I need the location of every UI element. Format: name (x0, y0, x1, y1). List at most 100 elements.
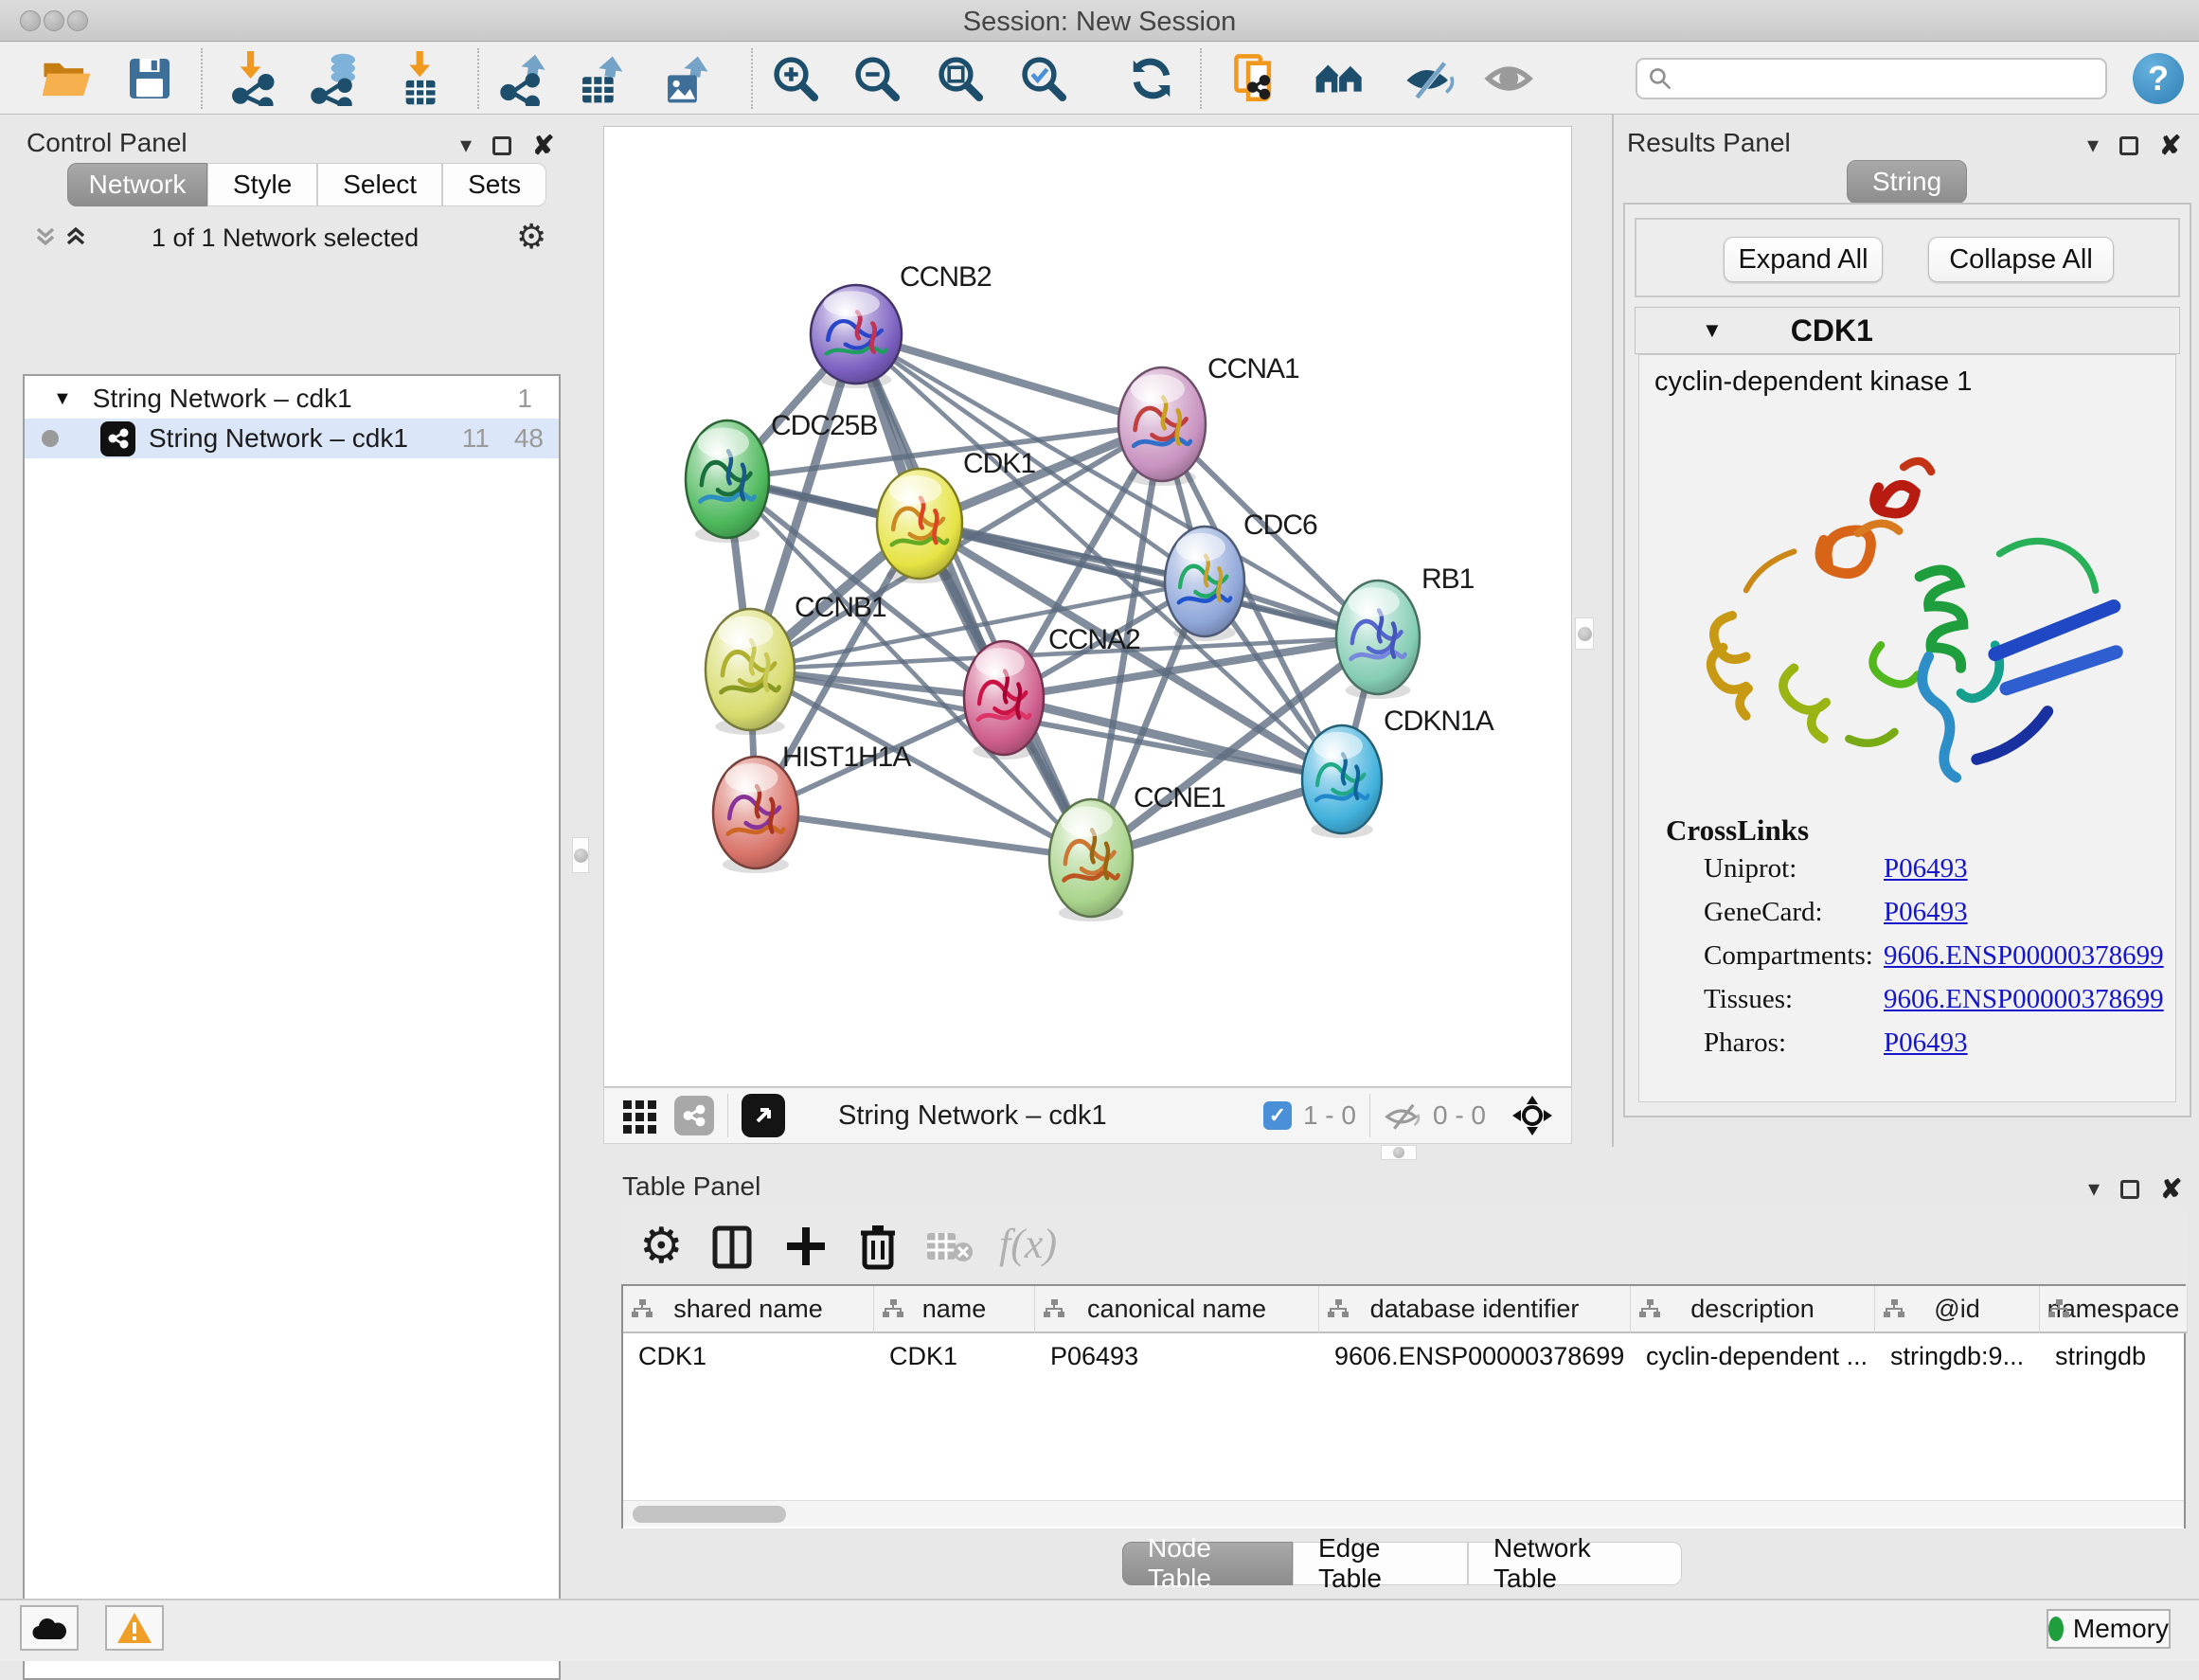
network-collection-row[interactable]: ▼ String Network – cdk1 1 (25, 379, 559, 419)
node-label-CCNB2: CCNB2 (900, 261, 992, 293)
close-panel-icon[interactable]: ✘ (2160, 1173, 2182, 1205)
control-panel-title: Control Panel (27, 128, 188, 158)
hide-unhide-button[interactable] (1401, 50, 1457, 107)
expand-all-chevron-icon[interactable] (32, 223, 59, 250)
tab-network-table[interactable]: Network Table (1468, 1542, 1682, 1585)
tab-select[interactable]: Select (317, 163, 442, 206)
zoom-out-button[interactable] (849, 50, 905, 107)
import-table-button[interactable] (393, 50, 450, 107)
help-button[interactable]: ? (2133, 53, 2184, 104)
close-panel-icon[interactable]: ✘ (2159, 130, 2181, 161)
maximize-panel-icon[interactable] (492, 136, 511, 155)
float-panel-icon[interactable]: ▾ (460, 132, 472, 159)
memory-button[interactable]: Memory (2047, 1609, 2171, 1649)
node-table[interactable]: shared namenamecanonical namedatabase id… (621, 1284, 2186, 1528)
right-splitter-handle[interactable] (1575, 617, 1594, 650)
zoom-in-button[interactable] (767, 50, 824, 107)
gene-section-header[interactable]: ▼ CDK1 (1635, 307, 2180, 354)
crosslinks-list: Uniprot:P06493GeneCard:P06493Compartment… (1639, 853, 2175, 1071)
network-from-file-button[interactable] (1230, 50, 1287, 107)
network-row-selected[interactable]: String Network – cdk1 11 48 (25, 419, 559, 458)
crosslink-link[interactable]: P06493 (1884, 1028, 1968, 1059)
import-network-button[interactable] (227, 50, 284, 107)
pan-crosshair-icon[interactable] (1511, 1094, 1554, 1137)
collapse-all-chevron-icon[interactable] (63, 223, 89, 250)
section-collapse-arrow-icon[interactable]: ▼ (1702, 318, 1723, 343)
selected-nodes-checkbox[interactable]: ✓ (1263, 1101, 1292, 1130)
crosslink-link[interactable]: P06493 (1884, 853, 1968, 885)
network-node-RB1[interactable] (1336, 581, 1420, 699)
maximize-panel-icon[interactable] (2120, 1180, 2139, 1199)
column-header-sharedname[interactable]: shared name (623, 1286, 874, 1333)
tab-node-table[interactable]: Node Table (1122, 1542, 1293, 1585)
table-horizontal-scrollbar[interactable] (623, 1500, 2184, 1527)
cell-description[interactable]: cyclin-dependent ... (1631, 1333, 1875, 1379)
tab-network[interactable]: Network (67, 163, 207, 206)
close-panel-icon[interactable]: ✘ (532, 130, 554, 161)
network-node-CCNB1[interactable] (706, 609, 795, 735)
tab-style[interactable]: Style (207, 163, 317, 206)
cell-name[interactable]: CDK1 (874, 1333, 1035, 1379)
refresh-view-button[interactable] (1123, 50, 1180, 107)
tab-sets[interactable]: Sets (442, 163, 546, 206)
home-network-button[interactable] (1312, 50, 1368, 107)
maximize-panel-icon[interactable] (2119, 136, 2138, 155)
export-network-button[interactable] (497, 50, 554, 107)
scrollbar-thumb[interactable] (633, 1506, 786, 1523)
network-node-CDKN1A[interactable] (1302, 725, 1382, 838)
open-session-button[interactable] (38, 50, 95, 107)
network-node-HIST1H1A[interactable] (713, 757, 798, 873)
node-label-RB1: RB1 (1421, 563, 1475, 595)
column-header-namespace[interactable]: namespace (2040, 1286, 2188, 1333)
crosslink-link[interactable]: 9606.ENSP00000378699 (1884, 984, 2164, 1015)
export-image-button[interactable] (658, 50, 715, 107)
expand-all-button[interactable]: Expand All (1724, 237, 1883, 282)
network-graph[interactable]: CCNB2CCNA1CDC25BCDK1CDC6RB1CCNB1CCNA2CDK… (604, 127, 1573, 1088)
left-splitter-handle[interactable] (572, 837, 589, 873)
float-panel-icon[interactable]: ▾ (2088, 1175, 2100, 1203)
network-node-CCNE1[interactable] (1049, 799, 1133, 921)
network-share-icon[interactable] (674, 1096, 714, 1135)
cell-sharedname[interactable]: CDK1 (623, 1333, 874, 1379)
grid-view-icon[interactable] (619, 1095, 661, 1136)
float-panel-icon[interactable]: ▾ (2087, 132, 2099, 159)
crosslink-link[interactable]: P06493 (1884, 897, 1968, 928)
column-header-id[interactable]: @id (1875, 1286, 2040, 1333)
import-network-from-database-button[interactable] (308, 50, 365, 107)
hidden-eye-icon[interactable] (1384, 1097, 1421, 1135)
warnings-button[interactable] (105, 1605, 164, 1651)
cell-canonicalname[interactable]: P06493 (1035, 1333, 1319, 1379)
search-input[interactable] (1636, 58, 2107, 99)
column-header-canonicalname[interactable]: canonical name (1035, 1286, 1319, 1333)
bottom-splitter-handle[interactable] (1381, 1145, 1417, 1160)
show-columns-icon[interactable] (711, 1225, 753, 1269)
zoom-fit-button[interactable] (932, 50, 989, 107)
control-panel-tabs: Network Style Select Sets (67, 163, 546, 206)
tab-string[interactable]: String (1847, 160, 1967, 204)
table-settings-gear-icon[interactable]: ⚙ (639, 1218, 684, 1275)
crosslink-link[interactable]: 9606.ENSP00000378699 (1884, 940, 2164, 972)
zoom-selected-button[interactable] (1015, 50, 1072, 107)
tree-expand-arrow-icon[interactable]: ▼ (53, 388, 72, 410)
column-header-name[interactable]: name (874, 1286, 1035, 1333)
gene-details: cyclin-dependent kinase 1 (1638, 354, 2176, 1102)
cell-databaseidentifier[interactable]: 9606.ENSP00000378699 (1319, 1333, 1631, 1379)
cell-namespace[interactable]: stringdb (2040, 1333, 2188, 1379)
show-eye-button[interactable] (1482, 50, 1539, 107)
add-column-icon[interactable] (783, 1224, 829, 1269)
cell-id[interactable]: stringdb:9... (1875, 1333, 2040, 1379)
network-canvas[interactable]: CCNB2CCNA1CDC25BCDK1CDC6RB1CCNB1CCNA2CDK… (603, 126, 1572, 1087)
gear-icon[interactable]: ⚙ (516, 217, 546, 257)
collapse-all-button[interactable]: Collapse All (1928, 237, 2114, 282)
birds-eye-view-icon[interactable] (742, 1094, 785, 1137)
cloud-button[interactable] (20, 1605, 79, 1651)
network-node-CCNA1[interactable] (1118, 367, 1206, 486)
network-node-CDC25B[interactable] (686, 420, 769, 543)
export-table-button[interactable] (573, 50, 630, 107)
tab-edge-table[interactable]: Edge Table (1293, 1542, 1468, 1585)
save-session-button[interactable] (121, 50, 178, 107)
delete-column-icon[interactable] (857, 1222, 899, 1271)
network-view-toolbar: String Network – cdk1 ✓ 1 - 0 0 - 0 (603, 1087, 1572, 1144)
column-header-description[interactable]: description (1631, 1286, 1875, 1333)
column-header-databaseidentifier[interactable]: database identifier (1319, 1286, 1631, 1333)
